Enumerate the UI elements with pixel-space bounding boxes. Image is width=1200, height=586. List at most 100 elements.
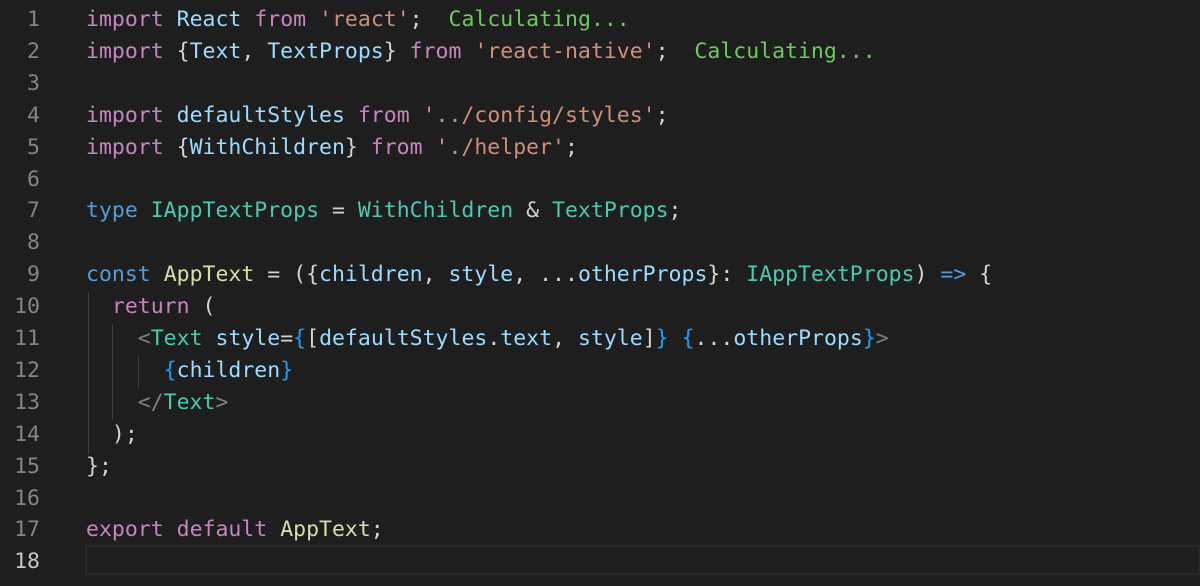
code-token: from bbox=[357, 102, 410, 128]
code-token: { bbox=[966, 262, 993, 288]
line-code: return ( bbox=[86, 291, 216, 323]
code-token: ; bbox=[655, 38, 669, 64]
code-token: Text bbox=[150, 326, 203, 351]
code-token: otherProps bbox=[733, 326, 863, 351]
code-token: { bbox=[163, 134, 190, 160]
code-line[interactable]: 15}; bbox=[0, 451, 1200, 483]
code-token: 'react' bbox=[319, 7, 410, 32]
code-token: } bbox=[344, 134, 371, 160]
code-token: otherProps bbox=[577, 262, 708, 288]
code-token: }: bbox=[707, 262, 747, 288]
code-token: , bbox=[422, 262, 449, 288]
code-line[interactable]: 17 export default AppText; bbox=[0, 514, 1200, 546]
line-number: 2 bbox=[27, 38, 40, 64]
code-line[interactable]: 13 </Text> bbox=[0, 387, 1200, 419]
code-token: ) bbox=[914, 262, 941, 288]
code-token: } bbox=[862, 326, 876, 351]
code-token: = bbox=[280, 326, 294, 351]
code-token: = bbox=[319, 198, 358, 224]
code-token: WithChildren bbox=[189, 134, 345, 160]
code-token: , bbox=[552, 326, 578, 351]
line-number: 5 bbox=[27, 134, 40, 160]
code-line[interactable]: 14 ); bbox=[0, 419, 1200, 451]
code-line[interactable]: 18 bbox=[0, 546, 1200, 578]
line-code: const AppText = ({children, style, ...ot… bbox=[86, 259, 992, 291]
code-token: < bbox=[137, 326, 151, 351]
code-line[interactable]: 8 bbox=[0, 227, 1200, 259]
code-token: IAppTextProps bbox=[746, 262, 915, 288]
code-token: > bbox=[215, 389, 229, 415]
code-token: defaultStyles bbox=[176, 102, 345, 128]
code-line[interactable]: 16 bbox=[0, 483, 1200, 515]
code-line[interactable]: 7 type IAppTextProps = WithChildren & Tex… bbox=[0, 195, 1200, 227]
line-code: ); bbox=[86, 419, 138, 451]
line-code: type IAppTextProps = WithChildren & Text… bbox=[86, 195, 682, 227]
code-token: '../config/styles' bbox=[422, 102, 656, 128]
line-number: 15 bbox=[14, 453, 40, 479]
code-token: { bbox=[293, 326, 307, 351]
code-line[interactable]: 9 const AppText = ({children, style, ...o… bbox=[0, 259, 1200, 291]
line-number: 18 bbox=[14, 549, 40, 575]
code-token: './helper' bbox=[435, 134, 565, 160]
code-token: TextProps bbox=[552, 198, 669, 224]
line-number: 7 bbox=[27, 198, 40, 224]
line-code: }; bbox=[86, 451, 112, 483]
code-line[interactable]: 6 bbox=[0, 164, 1200, 196]
line-code: {children} bbox=[86, 355, 293, 387]
code-token: { bbox=[681, 326, 695, 351]
code-token: style bbox=[215, 326, 281, 351]
code-token: , ... bbox=[513, 262, 578, 288]
code-token: style bbox=[448, 262, 514, 288]
code-line[interactable]: 10 return ( bbox=[0, 291, 1200, 323]
code-line[interactable]: 1 import React from 'react'; Calculating.… bbox=[0, 4, 1200, 36]
code-token: </ bbox=[137, 389, 164, 415]
line-code: import React from 'react'; Calculating..… bbox=[86, 4, 630, 36]
line-number: 16 bbox=[14, 485, 40, 511]
line-number: 10 bbox=[14, 294, 40, 320]
code-token: return bbox=[111, 294, 190, 320]
code-token: , bbox=[241, 38, 268, 64]
code-token: ... bbox=[694, 326, 734, 351]
code-token: > bbox=[875, 326, 889, 351]
inlay-hint: Calculating... bbox=[694, 38, 876, 64]
code-token: Text bbox=[163, 389, 216, 415]
code-token: import bbox=[86, 134, 164, 160]
code-token: from bbox=[409, 38, 462, 64]
code-token: import bbox=[86, 102, 164, 128]
code-token: { bbox=[163, 357, 177, 383]
line-code: import defaultStyles from '../config/sty… bbox=[86, 100, 669, 132]
code-editor[interactable]: 1 import React from 'react'; Calculating.… bbox=[0, 0, 1200, 586]
code-line[interactable]: 12 {children} bbox=[0, 355, 1200, 387]
code-token: [ bbox=[306, 326, 320, 351]
code-line[interactable]: 5 import {WithChildren} from './helper'; bbox=[0, 132, 1200, 164]
code-token: TextProps bbox=[267, 38, 384, 64]
code-token: import bbox=[86, 38, 164, 64]
code-token: from bbox=[370, 134, 423, 160]
code-line[interactable]: 2 import {Text, TextProps} from 'react-na… bbox=[0, 36, 1200, 68]
code-token: ; bbox=[564, 134, 578, 160]
code-token: ); bbox=[111, 421, 138, 447]
code-token: = ({ bbox=[254, 262, 320, 288]
code-line[interactable]: 11 <Text style={[defaultStyles.text, sty… bbox=[0, 323, 1200, 355]
code-line[interactable]: 4 import defaultStyles from '../config/st… bbox=[0, 100, 1200, 132]
code-token: WithChildren bbox=[357, 198, 514, 224]
code-token: from bbox=[254, 7, 307, 32]
code-token: ; bbox=[655, 102, 669, 128]
code-line[interactable]: 3 bbox=[0, 68, 1200, 100]
code-token: & bbox=[513, 198, 553, 224]
code-token: children bbox=[176, 357, 281, 383]
code-token: defaultStyles bbox=[319, 326, 488, 351]
line-code: import {WithChildren} from './helper'; bbox=[86, 132, 578, 164]
